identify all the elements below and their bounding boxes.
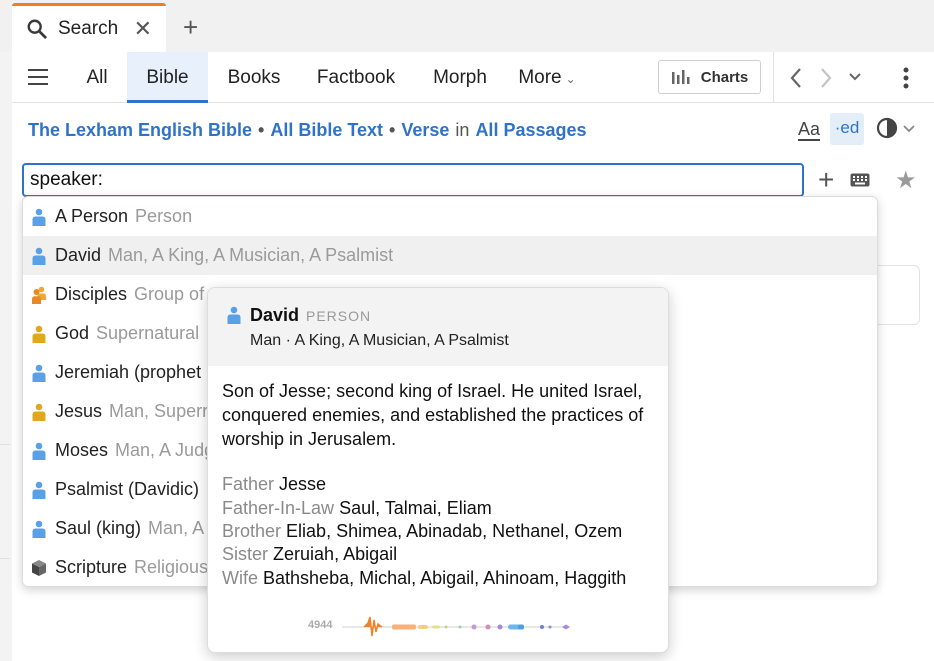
person-icon — [32, 481, 46, 499]
new-tab-button[interactable]: + — [183, 14, 198, 40]
divider — [773, 52, 774, 103]
scope-link[interactable]: All Bible Text — [270, 120, 383, 140]
favorite-star-icon[interactable]: ★ — [895, 166, 917, 195]
tab-more-label: More — [518, 67, 562, 88]
tab-bible[interactable]: Bible — [127, 52, 208, 103]
tab-books[interactable]: Books — [218, 52, 290, 103]
divider — [0, 558, 10, 559]
unit-link[interactable]: Verse — [401, 120, 449, 140]
tab-factbook[interactable]: Factbook — [308, 52, 404, 103]
search-icon — [27, 19, 47, 39]
charts-label: Charts — [700, 68, 749, 86]
person-icon — [32, 247, 46, 265]
divider — [0, 444, 10, 445]
charts-button[interactable]: Charts — [658, 60, 761, 94]
popover-kind: PERSON — [306, 308, 372, 324]
entity-popover: David PERSON Man · A King, A Musician, A… — [207, 287, 669, 653]
menu-icon[interactable] — [28, 69, 48, 85]
font-size-icon[interactable]: Aa — [798, 119, 821, 141]
person-icon — [32, 520, 46, 538]
separator-dot: • — [258, 120, 265, 140]
person-icon — [32, 364, 46, 382]
bar-chart-icon — [671, 70, 690, 84]
history-chevron-down-icon[interactable] — [848, 72, 862, 82]
suggestion-item[interactable]: David Man, A King, A Musician, A Psalmist — [23, 236, 877, 275]
relation-row: Father-In-Law Saul, Talmai, Eliam — [222, 498, 492, 518]
popover-header: David PERSON Man · A King, A Musician, A… — [208, 288, 668, 366]
tab-search[interactable]: Search ✕ — [12, 3, 166, 52]
person-icon — [32, 403, 46, 421]
resource-link[interactable]: The Lexham English Bible — [28, 120, 252, 140]
forward-arrow-icon[interactable] — [818, 66, 834, 90]
person-icon — [32, 442, 46, 460]
tab-strip: Search ✕ + — [0, 0, 934, 52]
relation-row: Sister Zeruiah, Abigail — [222, 544, 398, 564]
chevron-down-icon: ⌄ — [565, 72, 576, 86]
person-icon — [227, 306, 241, 324]
group-icon — [32, 286, 46, 304]
popover-title: David — [250, 305, 300, 325]
theme-contrast-icon[interactable] — [876, 116, 920, 140]
popover-description: Son of Jesse; second king of Israel. He … — [222, 381, 644, 449]
keyboard-icon[interactable] — [850, 173, 870, 187]
in-label: in — [455, 120, 470, 140]
suggestion-item[interactable]: A Person Person — [23, 197, 877, 236]
search-input[interactable] — [22, 163, 804, 197]
relation-row: Father Jesse — [222, 474, 327, 494]
tab-more[interactable]: More ⌄ — [514, 52, 580, 103]
more-vertical-icon[interactable] — [902, 66, 910, 90]
search-navbar: All Bible Books Factbook Morph More ⌄ Cha… — [12, 52, 934, 103]
relation-row: Wife Bathsheba, Michal, Abigail, Ahinoam… — [222, 568, 627, 588]
search-context: The Lexham English Bible • All Bible Text •… — [28, 120, 587, 141]
popover-subtitle: Man · A King, A Musician, A Psalmist — [250, 332, 509, 349]
frequency-sparkline[interactable] — [342, 614, 572, 640]
add-icon[interactable]: + — [818, 166, 834, 194]
person-icon — [32, 325, 46, 343]
tab-all[interactable]: All — [72, 52, 122, 103]
back-arrow-icon[interactable] — [788, 66, 804, 90]
separator-dot: • — [389, 120, 396, 140]
tab-morph[interactable]: Morph — [422, 52, 498, 103]
range-link[interactable]: All Passages — [475, 120, 586, 140]
person-icon — [32, 208, 46, 226]
cube-icon — [32, 559, 46, 576]
inline-edit-icon[interactable]: ·ed — [830, 113, 864, 145]
close-tab-icon[interactable]: ✕ — [134, 18, 152, 40]
tab-label: Search — [58, 18, 119, 39]
occurrence-count: 4944 — [308, 619, 333, 631]
relation-row: Brother Eliab, Shimea, Abinadab, Nethane… — [222, 521, 623, 541]
